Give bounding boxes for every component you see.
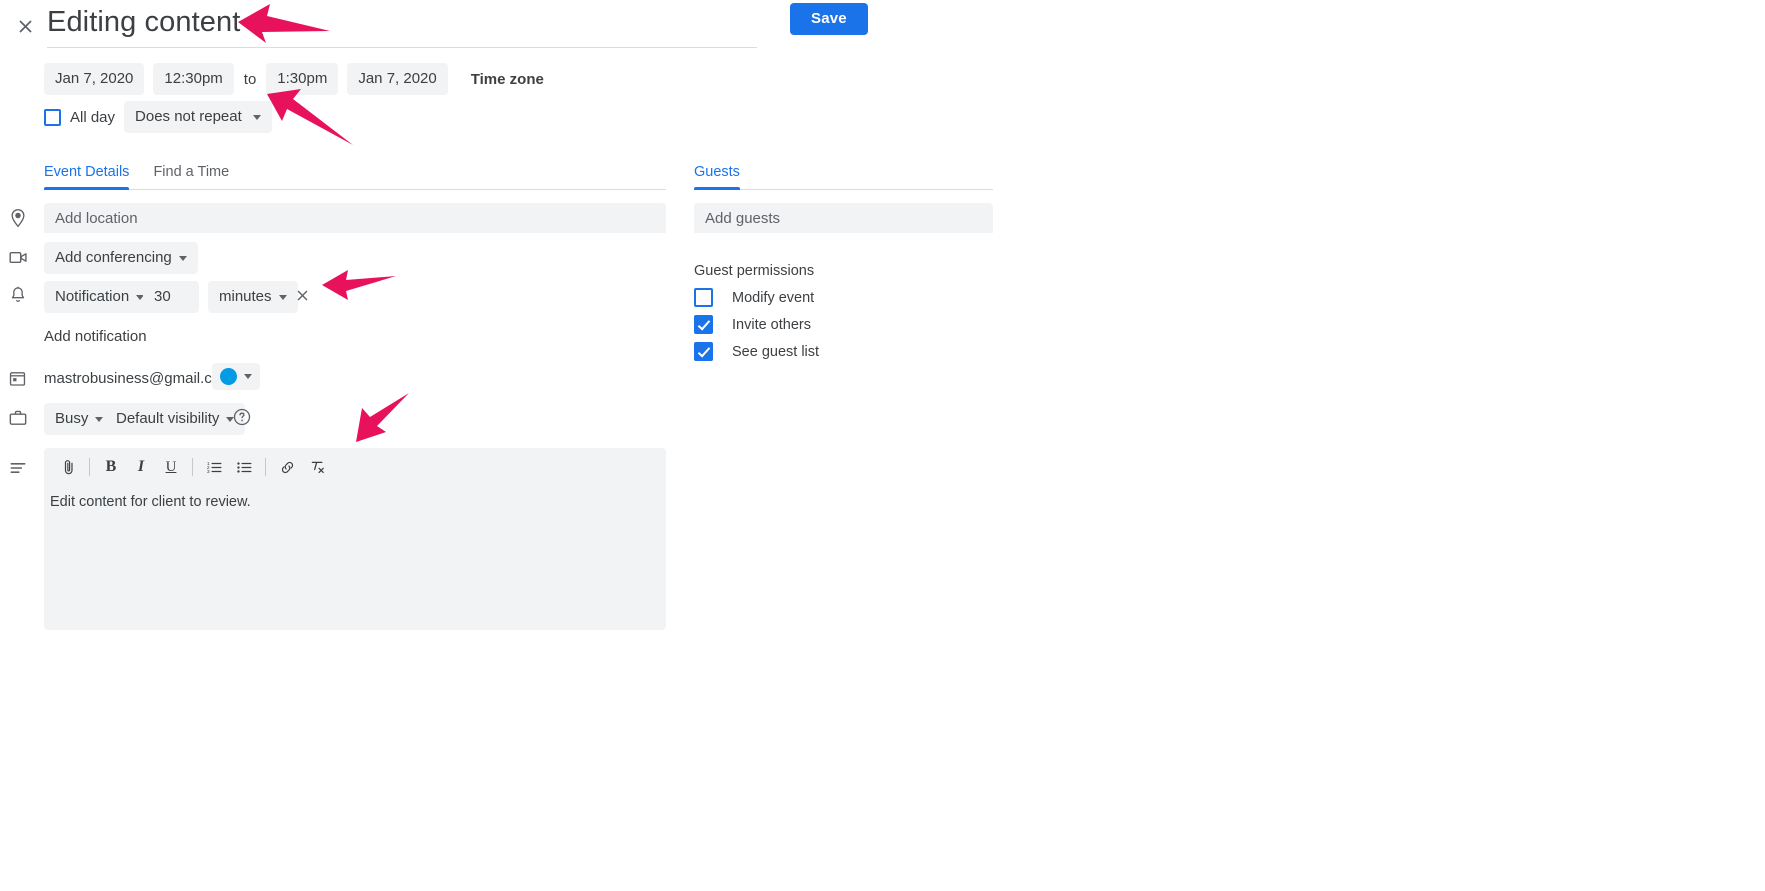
- visibility-label: Default visibility: [116, 410, 220, 427]
- add-conferencing-label: Add conferencing: [55, 249, 172, 266]
- start-time-chip[interactable]: 12:30pm: [153, 63, 234, 95]
- busy-label: Busy: [55, 410, 89, 427]
- to-label: to: [243, 70, 257, 88]
- toolbar-divider: [89, 458, 90, 476]
- arrow-end-date-annotation: [267, 89, 353, 145]
- chevron-down-icon: [278, 294, 287, 300]
- all-day-label: All day: [70, 108, 116, 126]
- left-tab-bar: Event Details Find a Time: [44, 155, 666, 190]
- see-guest-list-label: See guest list: [732, 343, 820, 360]
- guest-permissions-title: Guest permissions: [694, 263, 815, 279]
- tab-event-details[interactable]: Event Details: [44, 164, 130, 190]
- close-icon: [18, 19, 32, 33]
- page-title[interactable]: Editing content: [47, 0, 757, 48]
- bell-icon: [8, 285, 28, 305]
- color-dot-icon: [220, 368, 237, 385]
- numbered-list-icon[interactable]: 1 2 3: [199, 452, 229, 482]
- see-guest-list-checkbox[interactable]: [694, 342, 713, 361]
- modify-event-label: Modify event: [732, 289, 815, 306]
- busy-dropdown[interactable]: Busy: [44, 403, 115, 435]
- remove-notification-button[interactable]: [291, 284, 313, 306]
- add-guests-input[interactable]: Add guests: [694, 203, 993, 233]
- arrow-notification-annotation: [322, 270, 396, 300]
- link-icon[interactable]: [272, 452, 302, 482]
- description-toolbar: B I U 1 2 3: [44, 448, 666, 486]
- notification-type-label: Notification: [55, 288, 130, 305]
- location-pin-icon: [8, 208, 28, 228]
- permission-modify-event[interactable]: Modify event: [694, 288, 814, 307]
- bulleted-list-icon[interactable]: [229, 452, 259, 482]
- modify-event-checkbox[interactable]: [694, 288, 713, 307]
- notification-amount-input[interactable]: 30: [143, 281, 199, 313]
- remove-formatting-icon[interactable]: [302, 452, 332, 482]
- description-lines-icon: [8, 458, 28, 478]
- event-editor-page: Editing content Save Jan 7, 2020 12:30pm…: [0, 0, 1765, 891]
- chevron-down-icon: [252, 114, 261, 120]
- svg-text:3: 3: [206, 469, 209, 475]
- repeat-dropdown[interactable]: Does not repeat: [124, 101, 272, 133]
- arrow-description-annotation: [356, 393, 409, 442]
- notification-unit-dropdown[interactable]: minutes: [208, 281, 298, 313]
- help-circle-icon[interactable]: [232, 407, 252, 427]
- save-button[interactable]: Save: [790, 3, 868, 35]
- attachment-icon[interactable]: [53, 452, 83, 482]
- visibility-dropdown[interactable]: Default visibility: [105, 403, 246, 435]
- datetime-row: Jan 7, 2020 12:30pm to 1:30pm Jan 7, 202…: [44, 63, 544, 95]
- timezone-button[interactable]: Time zone: [471, 71, 544, 88]
- notification-type-dropdown[interactable]: Notification: [44, 281, 156, 313]
- end-date-chip[interactable]: Jan 7, 2020: [347, 63, 448, 95]
- video-camera-icon: [8, 247, 28, 267]
- close-icon: [297, 290, 307, 300]
- description-editor[interactable]: B I U 1 2 3 Edit content for client to r…: [44, 448, 666, 630]
- start-date-chip[interactable]: Jan 7, 2020: [44, 63, 145, 95]
- location-input[interactable]: Add location: [44, 203, 666, 233]
- bold-icon[interactable]: B: [96, 452, 126, 482]
- notification-unit-label: minutes: [219, 288, 272, 305]
- repeat-label: Does not repeat: [135, 108, 242, 125]
- add-notification-button[interactable]: Add notification: [44, 328, 147, 345]
- chevron-down-icon: [244, 374, 252, 379]
- chevron-down-icon: [178, 255, 187, 261]
- chevron-down-icon: [95, 416, 104, 422]
- invite-others-checkbox[interactable]: [694, 315, 713, 334]
- calendar-icon: [8, 369, 28, 389]
- underline-icon[interactable]: U: [156, 452, 186, 482]
- close-button[interactable]: [8, 9, 42, 43]
- description-text[interactable]: Edit content for client to review.: [44, 486, 666, 512]
- end-time-chip[interactable]: 1:30pm: [266, 63, 339, 95]
- add-conferencing-dropdown[interactable]: Add conferencing: [44, 242, 198, 274]
- invite-others-label: Invite others: [732, 316, 811, 333]
- all-day-checkbox[interactable]: [44, 108, 61, 126]
- right-tab-bar: Guests: [694, 155, 993, 190]
- permission-see-guest-list[interactable]: See guest list: [694, 342, 819, 361]
- tab-find-a-time[interactable]: Find a Time: [153, 164, 229, 189]
- event-color-dropdown[interactable]: [212, 363, 260, 390]
- toolbar-divider: [265, 458, 266, 476]
- allday-row: All day Does not repeat: [44, 101, 272, 133]
- toolbar-divider: [192, 458, 193, 476]
- briefcase-icon: [8, 408, 28, 428]
- tab-guests[interactable]: Guests: [694, 164, 740, 190]
- calendar-owner-email: mastrobusiness@gmail.com: [44, 370, 233, 387]
- permission-invite-others[interactable]: Invite others: [694, 315, 811, 334]
- italic-icon[interactable]: I: [126, 452, 156, 482]
